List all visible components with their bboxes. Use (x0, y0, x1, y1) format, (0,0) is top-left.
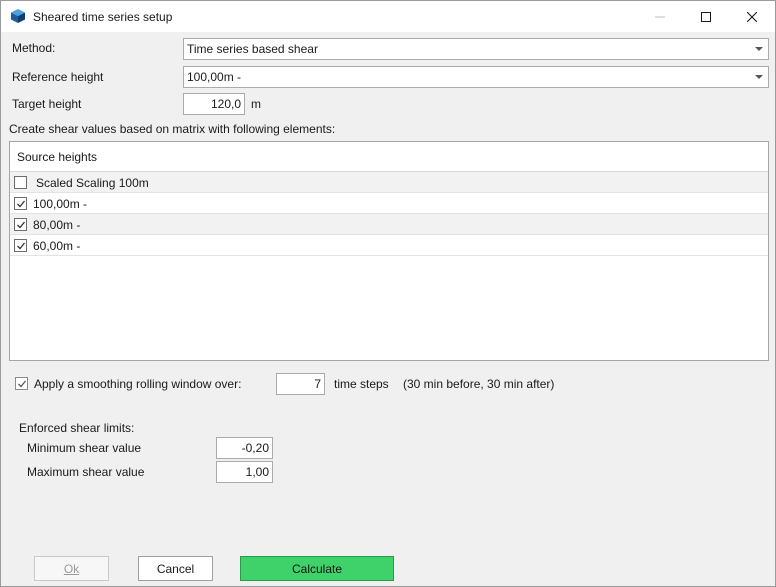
smoothing-window-input[interactable]: 7 (276, 373, 325, 395)
cancel-button[interactable]: Cancel (138, 556, 213, 581)
minimize-button[interactable] (637, 1, 683, 32)
max-shear-label: Maximum shear value (27, 465, 145, 479)
list-item[interactable]: Scaled Scaling 100m (10, 172, 768, 193)
source-heights-list: Source heights Scaled Scaling 100m 100,0… (9, 141, 769, 361)
chevron-down-icon (755, 75, 763, 79)
checkmark-icon (17, 242, 26, 250)
checkbox-checked[interactable] (14, 218, 27, 231)
list-item[interactable]: 100,00m - (10, 193, 768, 214)
list-item-label: 60,00m - (33, 239, 81, 253)
maximize-button[interactable] (683, 1, 729, 32)
smoothing-checkbox[interactable] (15, 377, 28, 390)
shear-limits-title: Enforced shear limits: (19, 421, 135, 435)
calculate-button-label: Calculate (291, 562, 343, 576)
target-height-unit: m (251, 97, 261, 111)
ok-button-label: Ok (63, 562, 80, 576)
method-value: Time series based shear (187, 42, 318, 56)
checkbox-checked[interactable] (14, 197, 27, 210)
max-shear-input[interactable]: 1,00 (216, 461, 273, 483)
target-height-input[interactable]: 120,0 (183, 93, 245, 115)
chevron-down-icon (755, 47, 763, 51)
checkmark-icon (17, 200, 26, 208)
window-title: Sheared time series setup (33, 10, 173, 24)
dialog-window: Sheared time series setup Method: Time s… (0, 0, 776, 587)
list-item-label: Scaled Scaling 100m (36, 176, 149, 190)
matrix-caption: Create shear values based on matrix with… (9, 122, 336, 136)
method-label: Method: (12, 41, 56, 55)
app-cube-icon (10, 8, 26, 24)
close-icon (747, 11, 757, 22)
min-shear-label: Minimum shear value (27, 441, 142, 455)
checkbox-unchecked[interactable] (14, 176, 27, 189)
list-item[interactable]: 60,00m - (10, 235, 768, 256)
list-item[interactable]: 80,00m - (10, 214, 768, 235)
title-bar: Sheared time series setup (1, 1, 775, 32)
checkbox-checked[interactable] (14, 239, 27, 252)
minimize-icon (655, 16, 665, 17)
method-dropdown[interactable]: Time series based shear (183, 38, 769, 60)
list-item-label: 80,00m - (33, 218, 81, 232)
smoothing-unit: time steps (334, 377, 389, 391)
cancel-button-label: Cancel (156, 562, 195, 576)
target-height-label: Target height (12, 97, 82, 111)
min-shear-input[interactable]: -0,20 (216, 437, 273, 459)
reference-height-label: Reference height (12, 70, 104, 84)
maximize-icon (701, 11, 711, 22)
source-heights-title: Source heights (17, 150, 98, 164)
checkmark-icon (18, 380, 27, 388)
smoothing-label: Apply a smoothing rolling window over: (34, 377, 242, 391)
smoothing-note: (30 min before, 30 min after) (403, 377, 555, 391)
source-heights-header: Source heights (10, 142, 768, 172)
reference-height-dropdown[interactable]: 100,00m - (183, 66, 769, 88)
reference-height-value: 100,00m - (187, 70, 242, 84)
ok-button[interactable]: Ok (34, 556, 109, 581)
calculate-button[interactable]: Calculate (240, 556, 394, 581)
close-button[interactable] (729, 1, 775, 32)
list-item-label: 100,00m - (33, 197, 88, 211)
checkmark-icon (17, 221, 26, 229)
